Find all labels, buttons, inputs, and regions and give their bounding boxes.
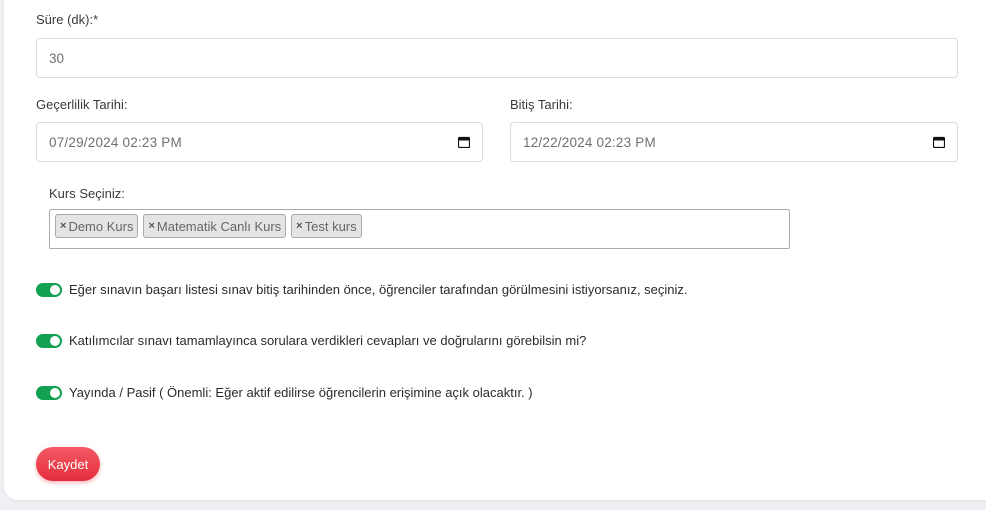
- course-tag: × Matematik Canlı Kurs: [143, 214, 287, 238]
- duration-label: Süre (dk):*: [36, 12, 99, 27]
- course-tag: × Test kurs: [291, 214, 362, 238]
- validity-date-input[interactable]: 07/29/2024 02:23 PM: [36, 122, 483, 162]
- validity-date-label: Geçerlilik Tarihi:: [36, 97, 128, 112]
- remove-tag-icon[interactable]: ×: [296, 220, 302, 232]
- course-tag-label: Demo Kurs: [68, 218, 134, 234]
- toggle-switch-results-list[interactable]: [36, 282, 62, 297]
- validity-date-value: 07/29/2024 02:23 PM: [49, 134, 182, 150]
- toggle-row-results-list: Eğer sınavın başarı listesi sınav bitiş …: [36, 282, 688, 297]
- end-date-label: Bitiş Tarihi:: [510, 97, 573, 112]
- toggle-label-results-list: Eğer sınavın başarı listesi sınav bitiş …: [69, 282, 688, 297]
- toggle-row-published: Yayında / Pasif ( Önemli: Eğer aktif edi…: [36, 385, 533, 400]
- toggle-label-published: Yayında / Pasif ( Önemli: Eğer aktif edi…: [69, 385, 533, 400]
- toggle-label-show-answers: Katılımcılar sınavı tamamlayınca sorular…: [69, 333, 587, 348]
- toggle-switch-published[interactable]: [36, 385, 62, 400]
- course-select-label: Kurs Seçiniz:: [49, 186, 125, 201]
- course-tag-label: Matematik Canlı Kurs: [156, 218, 282, 234]
- course-multiselect[interactable]: × Demo Kurs × Matematik Canlı Kurs × Tes…: [49, 209, 790, 249]
- calendar-icon[interactable]: [933, 136, 945, 148]
- duration-input[interactable]: 30: [36, 38, 958, 78]
- end-date-value: 12/22/2024 02:23 PM: [523, 134, 656, 150]
- save-button[interactable]: Kaydet: [36, 447, 100, 481]
- remove-tag-icon[interactable]: ×: [60, 220, 66, 232]
- course-tag-label: Test kurs: [304, 218, 357, 234]
- duration-value: 30: [49, 50, 65, 66]
- toggle-row-show-answers: Katılımcılar sınavı tamamlayınca sorular…: [36, 333, 586, 348]
- toggle-switch-show-answers[interactable]: [36, 333, 62, 348]
- end-date-input[interactable]: 12/22/2024 02:23 PM: [510, 122, 958, 162]
- remove-tag-icon[interactable]: ×: [148, 220, 154, 232]
- calendar-icon[interactable]: [458, 136, 470, 148]
- course-tag: × Demo Kurs: [55, 214, 139, 238]
